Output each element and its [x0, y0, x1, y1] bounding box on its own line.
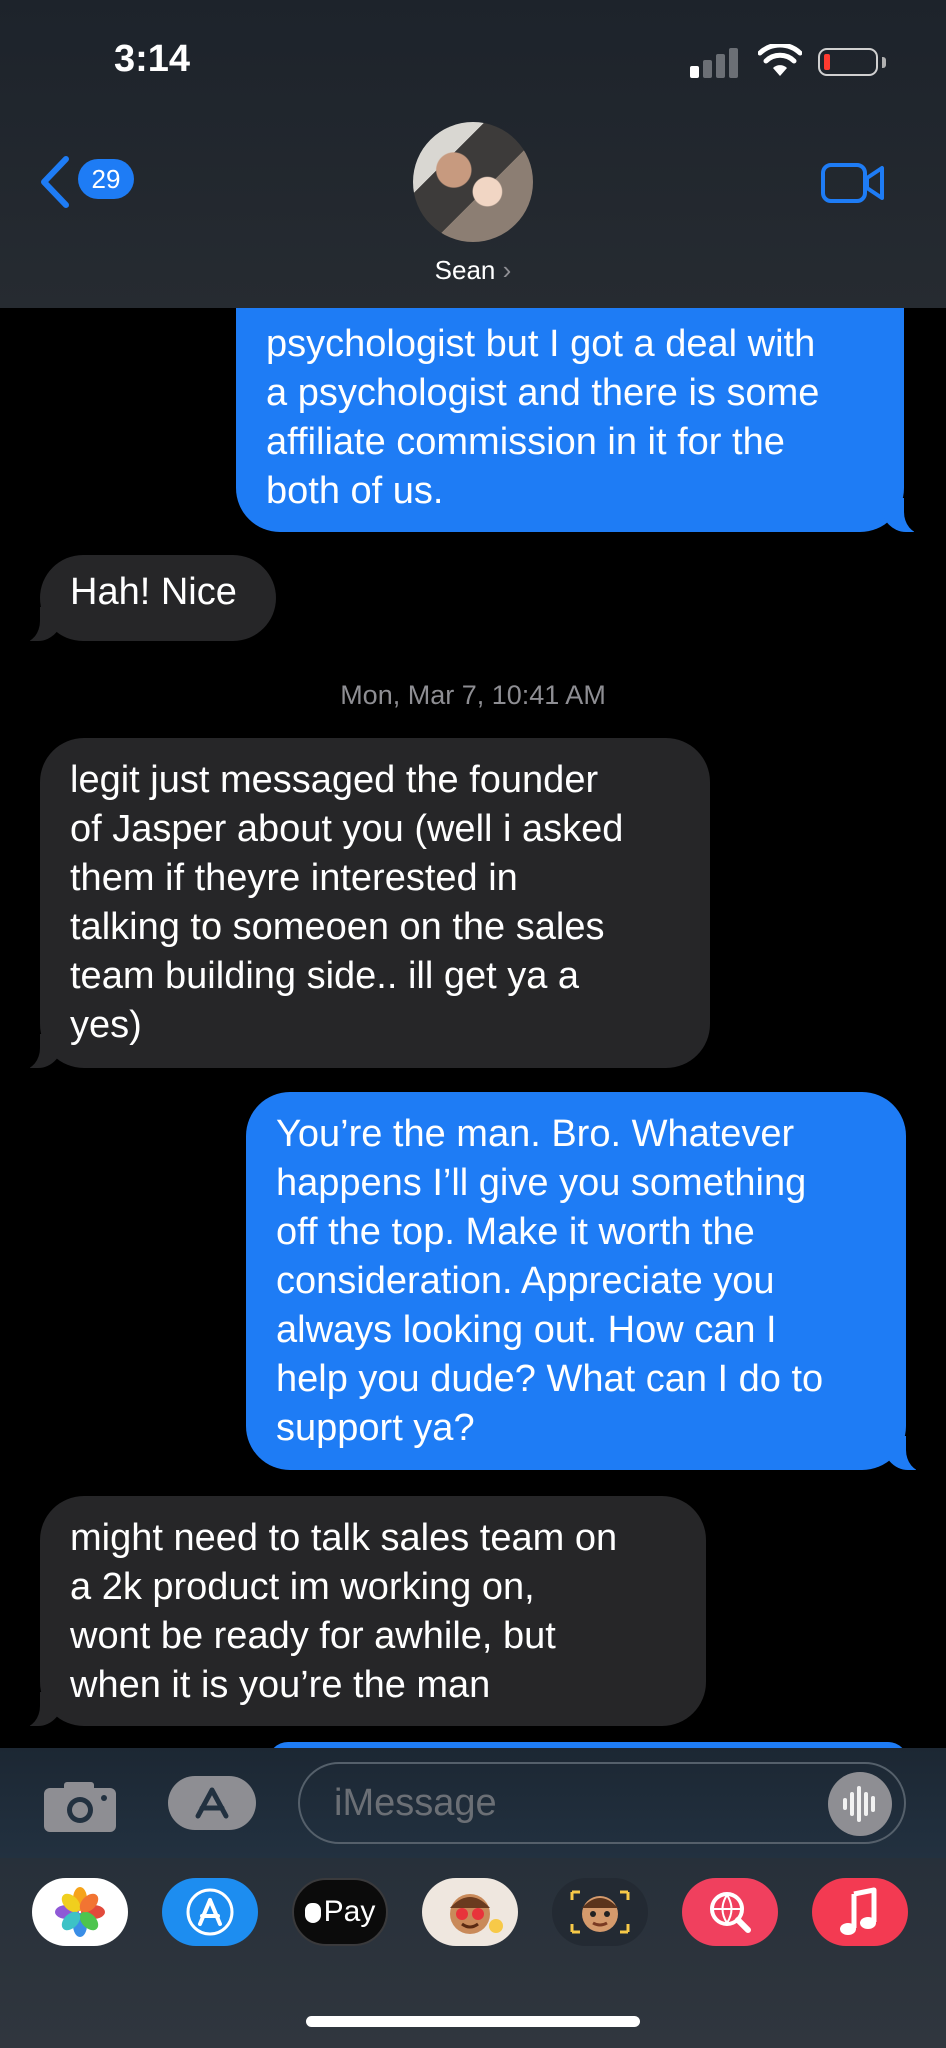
video-call-icon[interactable] [820, 162, 886, 204]
camera-icon[interactable] [44, 1780, 116, 1832]
animoji-icon[interactable] [552, 1878, 648, 1946]
apple-pay-icon[interactable]: Pay [292, 1878, 388, 1946]
chevron-right-icon: › [502, 255, 512, 285]
contact-name[interactable]: Sean › [0, 255, 946, 286]
contact-name-label[interactable]: Sean [435, 255, 496, 285]
app-drawer-button[interactable] [168, 1776, 256, 1830]
app-store-icon [195, 1781, 252, 1825]
imessage-input[interactable]: iMessage [298, 1762, 906, 1844]
cellular-signal-icon [690, 48, 740, 78]
message-bubble-outgoing[interactable]: psychologist but I got a deal with a psy… [236, 300, 930, 534]
music-icon[interactable] [812, 1878, 908, 1946]
battery-icon [818, 48, 878, 76]
status-time: 3:14 [114, 38, 191, 80]
wifi-icon [758, 44, 802, 76]
photos-icon[interactable] [32, 1878, 128, 1946]
message-bubble-incoming[interactable]: legit just messaged the founder of Jaspe… [14, 738, 710, 1070]
message-bubble-incoming[interactable]: might need to talk sales team on a 2k pr… [14, 1496, 706, 1728]
conversation-header: 3:14 29 Sean › [0, 0, 946, 308]
apple-logo-icon [304, 1903, 321, 1923]
back-chevron-icon[interactable] [38, 156, 70, 208]
audio-message-icon[interactable] [828, 1772, 892, 1836]
back-unread-badge[interactable]: 29 [78, 159, 134, 199]
contact-avatar[interactable] [413, 122, 533, 242]
message-bubble-outgoing[interactable]: You’re the man. Bro. Whatever happens I’… [246, 1092, 932, 1472]
memoji-stickers-icon[interactable] [422, 1878, 518, 1946]
app-store-icon[interactable] [162, 1878, 258, 1946]
message-bubble-incoming[interactable]: Hah! Nice [14, 555, 276, 643]
apple-pay-label: Pay [323, 1895, 376, 1928]
message-timestamp: Mon, Mar 7, 10:41 AM [340, 680, 606, 710]
search-images-icon[interactable] [682, 1878, 778, 1946]
home-indicator[interactable] [306, 2016, 640, 2027]
